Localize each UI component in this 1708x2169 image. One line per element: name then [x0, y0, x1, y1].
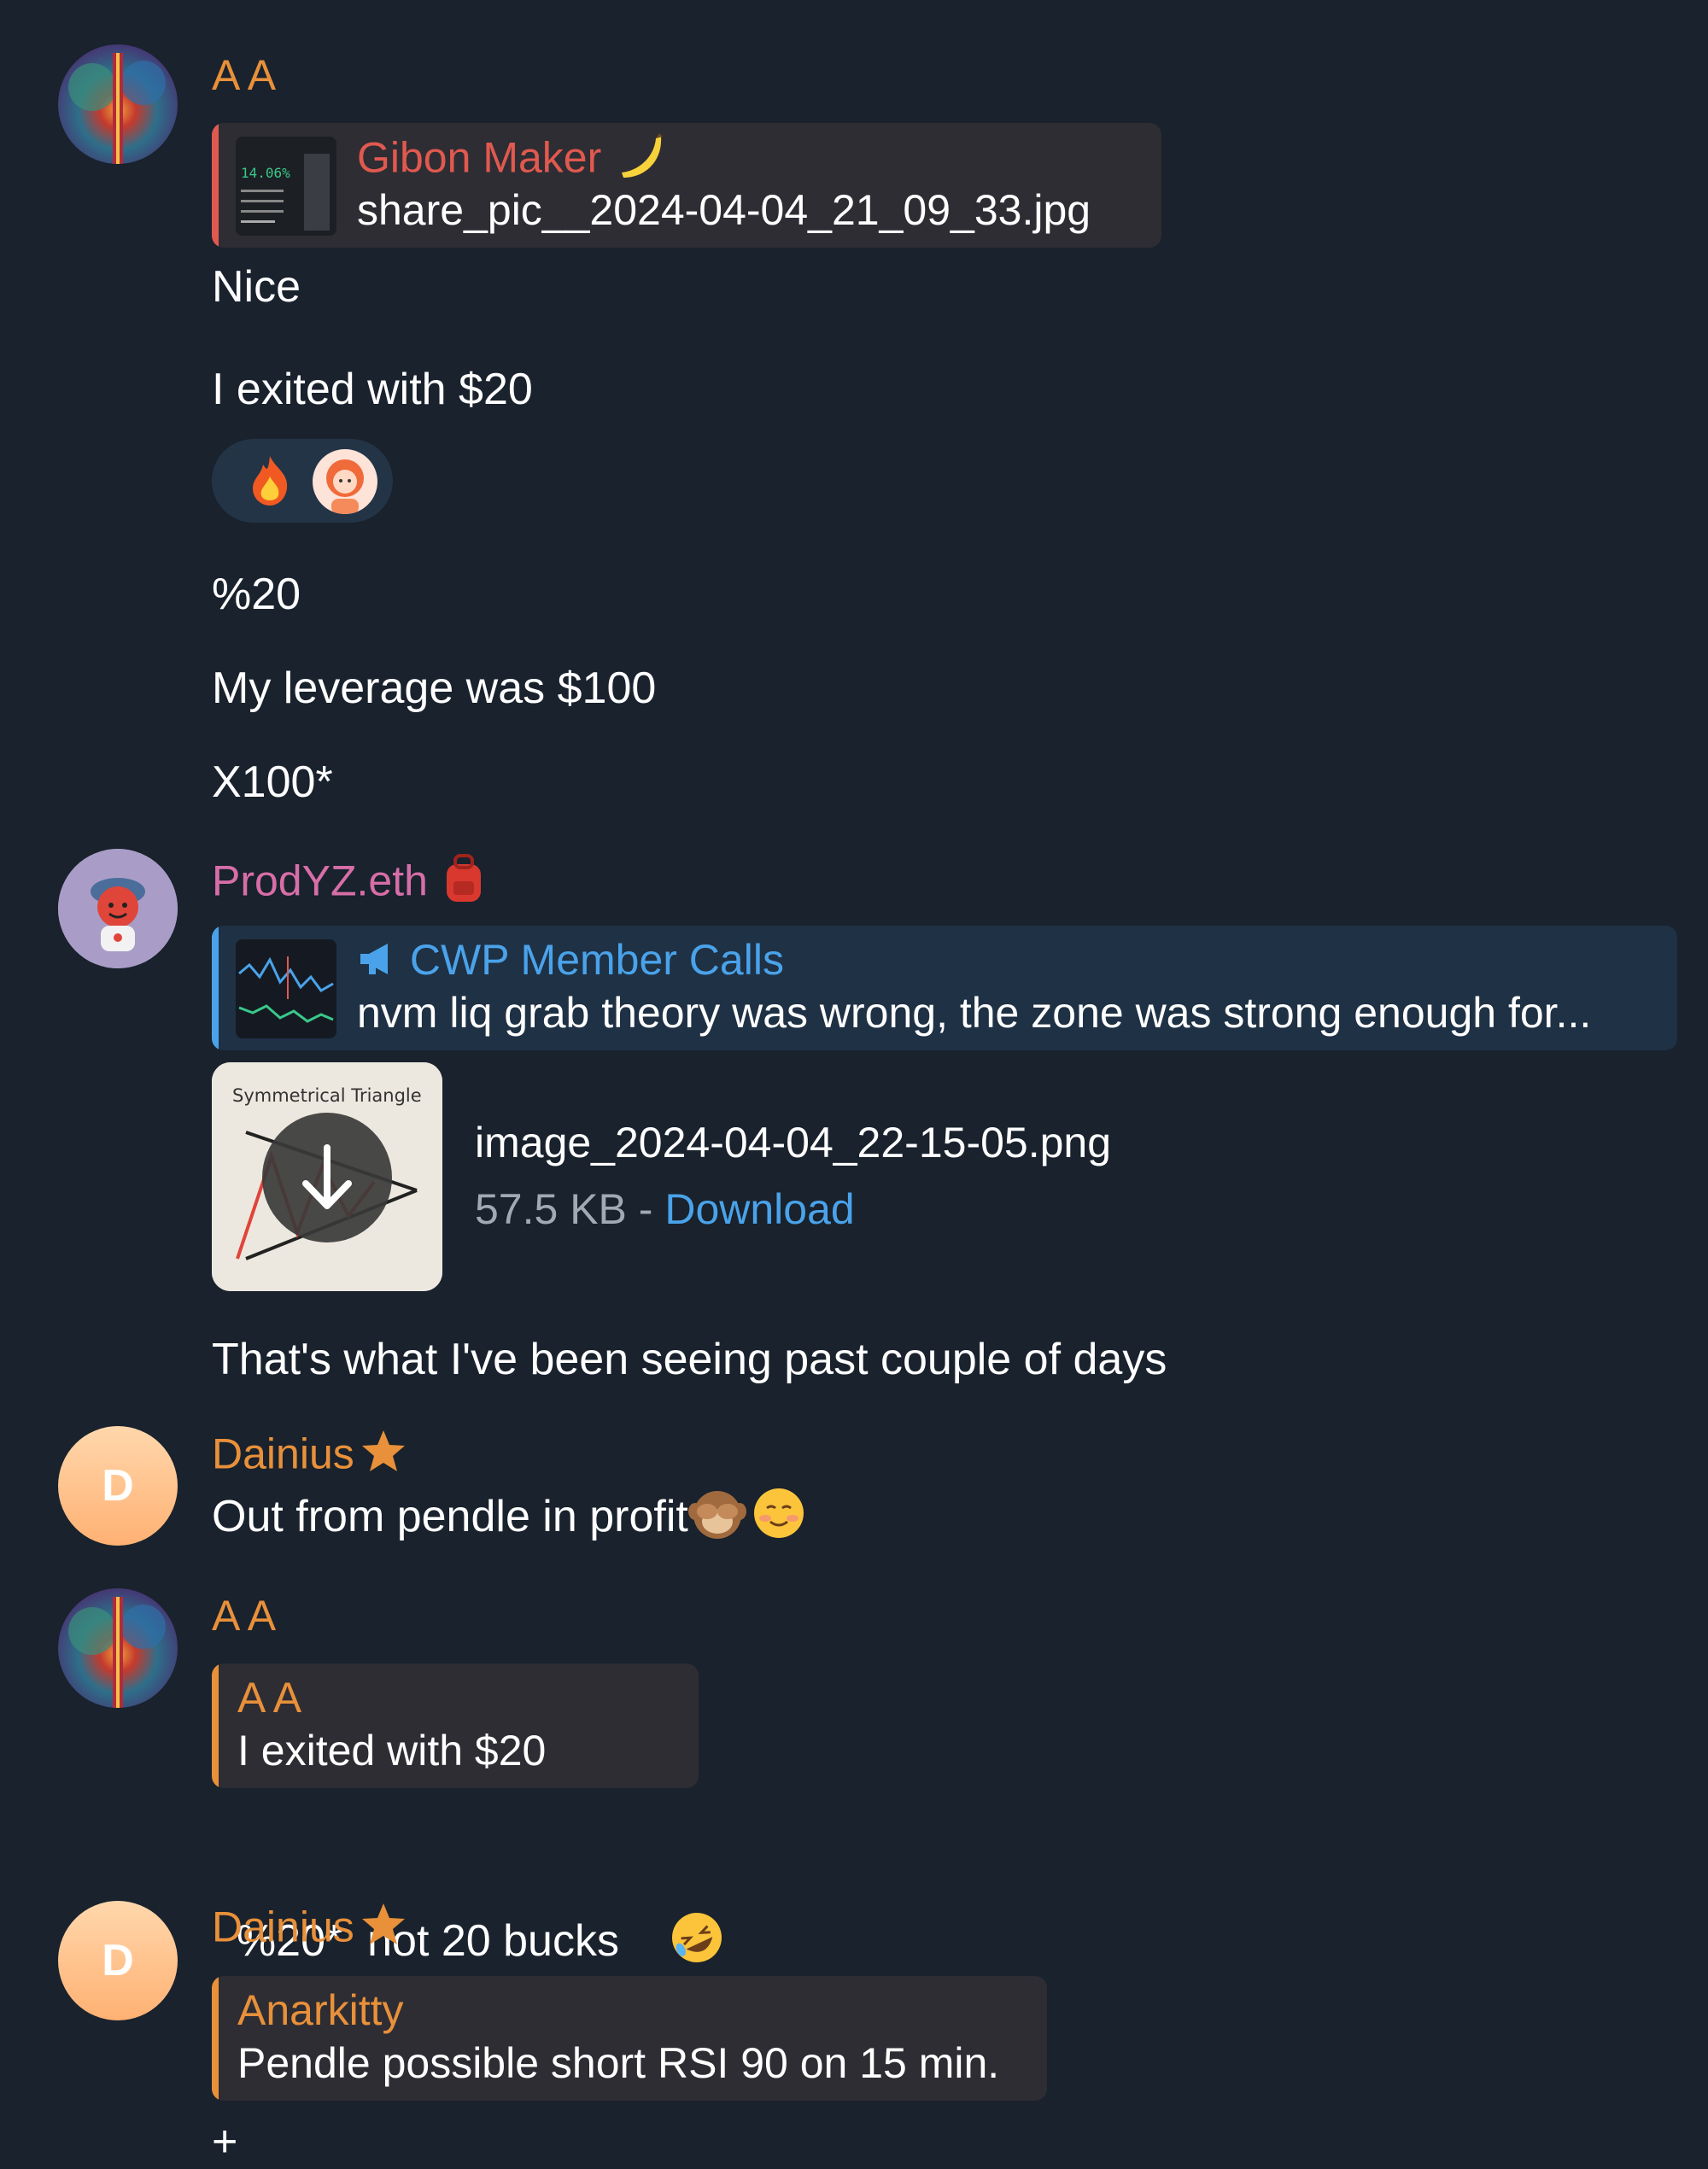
forward-name: CWP Member Calls	[357, 934, 784, 989]
sender-name: Dainius	[212, 1901, 407, 1960]
reply-bar	[212, 1663, 219, 1788]
forward-bar	[212, 926, 219, 1050]
svg-text:14.06%: 14.06%	[241, 165, 290, 181]
reply-bar	[212, 1976, 219, 2101]
reactor-avatar[interactable]	[313, 449, 377, 514]
download-arrow-icon[interactable]	[261, 1112, 391, 1242]
reaction-bar[interactable]	[212, 439, 393, 523]
avatar-aa[interactable]	[58, 44, 178, 164]
file-separator: -	[626, 1185, 665, 1233]
forward-thumbnail	[236, 939, 336, 1038]
star-icon	[360, 1428, 407, 1487]
message-text: I exited with $20	[212, 365, 533, 414]
reply-name: Anarkitty	[237, 1986, 404, 2034]
avatar-dainius[interactable]: D	[58, 1901, 178, 2020]
reply-quote[interactable]: Anarkitty Pendle possible short RSI 90 o…	[212, 1976, 1047, 2101]
message-text: That's what I've been seeing past couple…	[212, 1335, 1167, 1384]
file-size: 57.5 KB	[475, 1185, 627, 1233]
reply-quote[interactable]: A A I exited with $20	[212, 1663, 699, 1788]
file-meta: 57.5 KB - Download	[475, 1184, 855, 1235]
forward-quote[interactable]: CWP Member Calls nvm liq grab theory was…	[212, 926, 1677, 1050]
banana-icon	[613, 132, 666, 190]
reply-thumbnail: 14.06%	[236, 137, 336, 236]
avatar-dainius[interactable]: D	[58, 1426, 178, 1546]
reply-text: Pendle possible short RSI 90 on 15 min.	[237, 2039, 1000, 2087]
sender-name[interactable]: A A	[212, 50, 276, 101]
backpack-icon	[440, 852, 488, 916]
fire-icon[interactable]	[246, 454, 294, 512]
megaphone-icon	[357, 938, 398, 989]
message-text: +	[212, 2117, 238, 2166]
file-name: image_2024-04-04_22-15-05.png	[475, 1119, 1112, 1166]
message-text: Out from pendle in profit	[212, 1486, 806, 1553]
sender-name: ProdYZ.eth	[212, 852, 488, 916]
message-text: X100*	[212, 757, 333, 807]
star-icon	[360, 1901, 407, 1960]
thumb-label: Symmetrical Triangle	[232, 1085, 422, 1106]
download-link[interactable]: Download	[664, 1185, 854, 1233]
sender-name: Dainius	[212, 1428, 407, 1487]
message-text: My leverage was $100	[212, 664, 657, 713]
forward-text: nvm liq grab theory was wrong, the zone …	[357, 989, 1592, 1037]
avatar-aa[interactable]	[58, 1588, 178, 1708]
smiling-face-icon	[752, 1486, 806, 1553]
avatar-prodyz[interactable]	[58, 849, 178, 968]
see-no-evil-monkey-icon	[687, 1486, 746, 1553]
reply-bar	[212, 123, 219, 248]
reply-quote[interactable]: 14.06% Gibon Maker share_pic__2024-04-04…	[212, 123, 1161, 248]
message-text: Nice	[212, 262, 301, 312]
reply-name: Gibon Maker	[357, 132, 666, 190]
file-thumbnail[interactable]: Symmetrical Triangle	[212, 1062, 442, 1291]
reply-text: share_pic__2024-04-04_21_09_33.jpg	[357, 186, 1091, 234]
message-text: %20	[212, 570, 301, 619]
sender-name[interactable]: A A	[212, 1590, 276, 1641]
reply-name: A A	[237, 1674, 302, 1722]
reply-text: I exited with $20	[237, 1727, 547, 1774]
